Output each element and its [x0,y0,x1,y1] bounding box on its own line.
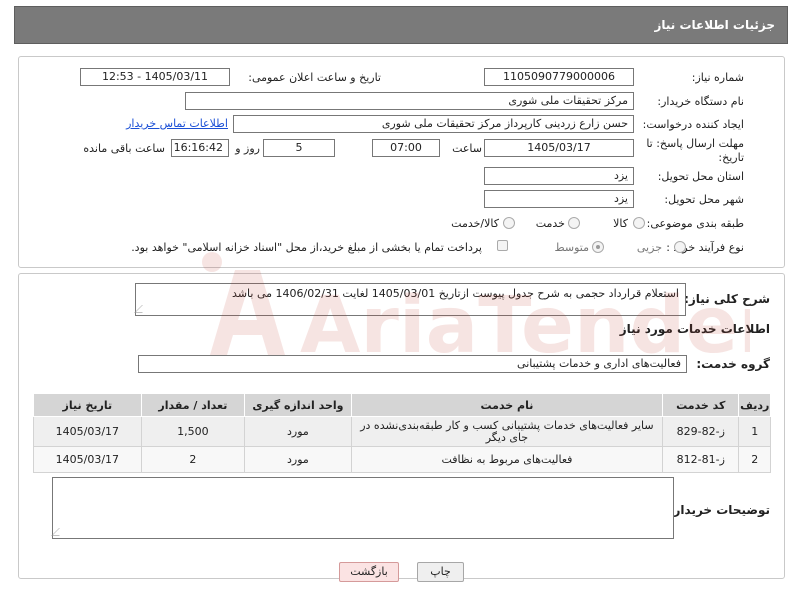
deadline-label: مهلت ارسال پاسخ: تا [646,137,744,150]
category-goods-label: کالا [613,217,628,230]
city-field[interactable]: یزد [484,190,634,208]
buyer-notes-label: توضیحات خریدار: [668,503,770,517]
table-row[interactable]: 1 ز-82-829 سایر فعالیت‌های خدمات پشتیبان… [33,416,771,447]
deadline-time-label: ساعت [452,142,482,155]
remaining-days-field[interactable]: 5 [263,139,335,157]
col-name: نام خدمت [350,393,664,417]
buyer-org-label: نام دستگاه خریدار: [657,95,744,108]
city-label: شهر محل تحویل: [664,193,744,206]
process-medium-radio[interactable] [592,241,604,253]
cell-qty: 2 [140,446,246,473]
cell-row: 2 [738,446,771,473]
resize-grip-icon[interactable] [134,305,150,313]
cell-code: ز-81-812 [662,446,740,473]
category-goods-radio[interactable] [633,217,645,229]
page-title-bar: جزئیات اطلاعات نیاز [14,6,788,44]
buyer-contact-link[interactable]: اطلاعات تماس خریدار [126,117,228,130]
resize-grip-icon[interactable] [51,528,67,536]
table-header-row: ردیف کد خدمت نام خدمت واحد اندازه گیری ت… [33,393,771,417]
process-minor-radio[interactable] [674,241,686,253]
cell-unit: مورد [244,446,352,473]
creator-label: ایجاد کننده درخواست: [642,118,744,131]
deadline-time-field[interactable]: 07:00 [372,139,440,157]
buyer-org-field[interactable]: مرکز تحقیقات ملی شوری [185,92,634,110]
cell-qty: 1,500 [140,416,246,447]
services-table: ردیف کد خدمت نام خدمت واحد اندازه گیری ت… [33,393,771,473]
back-button[interactable]: بازگشت [339,562,399,582]
summary-text: استعلام قرارداد حجمی به شرح جدول پیوست ا… [232,287,679,300]
province-label: استان محل تحویل: [657,170,744,183]
treasury-payment-note: پرداخت تمام یا بخشی از مبلغ خرید،از محل … [131,241,482,254]
cell-date: 1405/03/17 [33,416,142,447]
services-section-title: اطلاعات خدمات مورد نیاز [619,322,770,336]
days-label: روز و [235,142,260,155]
col-qty: تعداد / مقدار [140,393,246,417]
summary-textarea[interactable]: استعلام قرارداد حجمی به شرح جدول پیوست ا… [134,283,686,316]
cell-row: 1 [738,416,771,447]
category-service-radio[interactable] [568,217,580,229]
print-button[interactable]: چاپ [417,562,464,582]
need-number-label: شماره نیاز: [691,71,744,84]
table-row[interactable]: 2 ز-81-812 فعالیت‌های مربوط به نظافت مور… [33,446,771,473]
col-date: تاریخ نیاز [33,393,142,417]
service-group-label: گروه خدمت: [696,357,770,371]
cell-name: سایر فعالیت‌های خدمات پشتیبانی کسب و کار… [350,416,664,447]
process-medium-label: متوسط [554,241,589,254]
cell-code: ز-82-829 [662,416,740,447]
category-label: طبقه بندی موضوعی: [646,217,744,230]
buyer-notes-textarea[interactable] [51,477,674,539]
province-field[interactable]: یزد [484,167,634,185]
col-code: کد خدمت [662,393,740,417]
cell-unit: مورد [244,416,352,447]
col-unit: واحد اندازه گیری [244,393,352,417]
announce-datetime-field[interactable]: 1405/03/11 - 12:53 [80,68,230,86]
treasury-payment-checkbox[interactable] [497,240,508,251]
page-title: جزئیات اطلاعات نیاز [654,18,775,32]
deadline-date-field[interactable]: 1405/03/17 [484,139,634,157]
category-goods-service-label: کالا/خدمت [451,217,499,230]
remaining-label: ساعت باقی مانده [83,142,165,155]
process-minor-label: جزیی [636,241,662,254]
category-service-label: خدمت [535,217,565,230]
summary-label: شرح کلی نیاز: [684,292,770,306]
cell-name: فعالیت‌های مربوط به نظافت [350,446,664,473]
col-row: ردیف [738,393,771,417]
need-info-panel [18,56,785,268]
category-goods-service-radio[interactable] [503,217,515,229]
remaining-time-field[interactable]: 16:16:42 [171,139,229,157]
need-number-field[interactable]: 1105090779000006 [484,68,634,86]
cell-date: 1405/03/17 [33,446,142,473]
deadline-date-label: تاریخ: [718,151,744,164]
service-group-field[interactable]: فعالیت‌های اداری و خدمات پشتیبانی [138,355,687,373]
creator-field[interactable]: حسن زارع زردینی کارپرداز مرکز تحقیقات مل… [233,115,634,133]
announce-label: تاریخ و ساعت اعلان عمومی: [248,71,381,84]
